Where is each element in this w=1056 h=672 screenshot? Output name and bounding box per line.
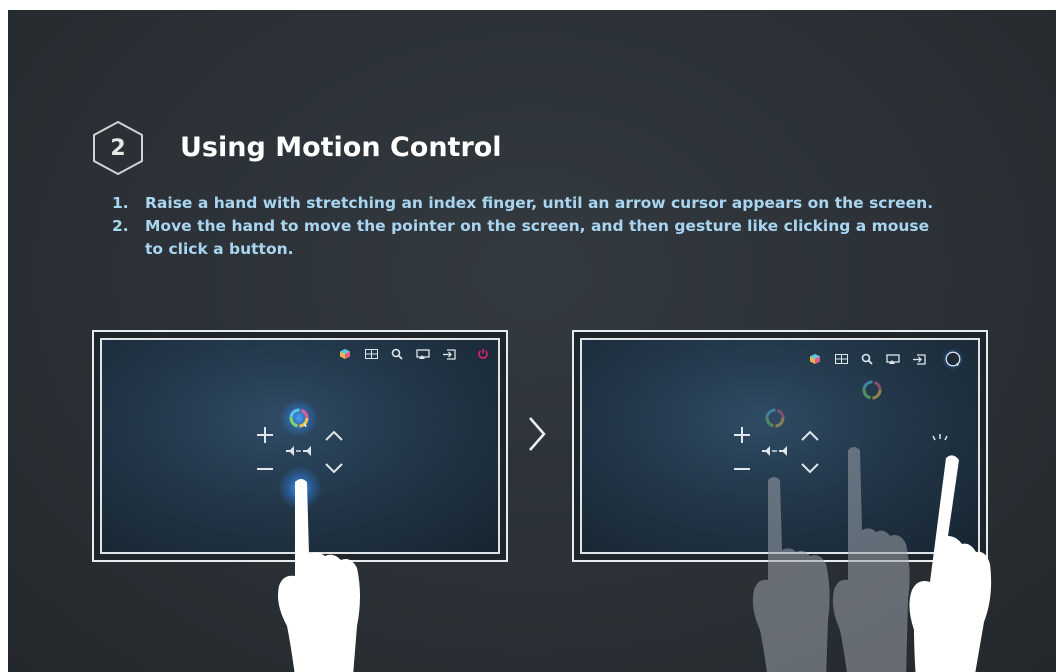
instruction-item: 1. Raise a hand with stretching an index… bbox=[112, 192, 942, 215]
volume-up-icon bbox=[257, 427, 273, 443]
volume-mute-icon bbox=[286, 446, 311, 456]
channel-up-icon bbox=[801, 430, 819, 441]
instruction-item: 2. Move the hand to move the pointer on … bbox=[112, 215, 942, 261]
instruction-text: Move the hand to move the pointer on the… bbox=[145, 217, 930, 258]
step-number: 2 bbox=[110, 135, 126, 161]
instruction-number: 2. bbox=[112, 217, 129, 235]
hand-motion-illustration bbox=[752, 447, 992, 672]
motion-cursor-trail-icon bbox=[862, 380, 882, 400]
section-title: Using Motion Control bbox=[180, 132, 502, 163]
chevron-right-icon bbox=[529, 417, 546, 451]
motion-cursor-trail-icon bbox=[765, 408, 785, 428]
tutorial-slide: 2 Using Motion Control 1. Raise a hand w… bbox=[8, 10, 1056, 672]
instruction-text: Raise a hand with stretching an index fi… bbox=[145, 194, 934, 212]
channel-down-icon bbox=[325, 463, 343, 474]
channel-up-icon bbox=[325, 430, 343, 441]
instruction-number: 1. bbox=[112, 194, 129, 212]
hand-pointing-illustration bbox=[278, 479, 360, 672]
instruction-list: 1. Raise a hand with stretching an index… bbox=[112, 192, 942, 261]
step-badge: 2 bbox=[90, 118, 146, 178]
